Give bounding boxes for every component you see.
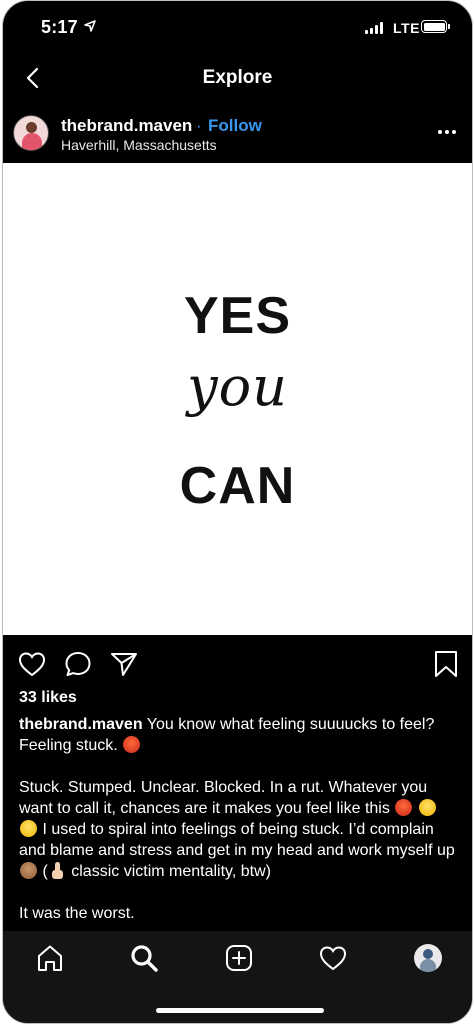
post-location[interactable]: Haverhill, Massachusetts	[61, 137, 217, 153]
home-indicator[interactable]	[156, 1008, 324, 1013]
angry-face-icon	[123, 736, 141, 753]
status-time: 5:17	[41, 17, 78, 37]
see-no-evil-monkey-icon	[20, 862, 37, 879]
network-type: LTE	[393, 20, 420, 36]
triumph-face-icon	[418, 799, 436, 816]
location-arrow-icon	[84, 20, 96, 32]
caption-text-5: It was the worst.	[19, 905, 135, 922]
search-icon[interactable]	[129, 943, 159, 973]
top-nav: Explore	[3, 55, 472, 101]
angry-face-icon	[395, 799, 413, 816]
comment-icon[interactable]	[63, 649, 93, 679]
profile-tab-avatar[interactable]	[414, 944, 442, 972]
post-header: thebrand.maven · Follow Haverhill, Massa…	[3, 103, 472, 263]
follow-button[interactable]: Follow	[208, 116, 262, 136]
caption-text-2: Stuck. Stumped. Unclear. Blocked. In a r…	[19, 779, 428, 817]
bookmark-icon[interactable]	[431, 649, 461, 679]
post-caption: thebrand.maven You know what feeling suu…	[19, 714, 459, 924]
signal-strength-icon	[365, 21, 383, 34]
weary-face-icon	[20, 820, 37, 837]
likes-count[interactable]: 33 likes	[19, 689, 77, 707]
avatar[interactable]	[13, 115, 49, 151]
post-username[interactable]: thebrand.maven	[61, 116, 192, 136]
heart-icon[interactable]	[17, 649, 47, 679]
caption-text-4: classic victim mentality, btw)	[71, 863, 271, 880]
caption-text-3: I used to spiral into feelings of being …	[19, 821, 455, 859]
paper-plane-icon[interactable]	[109, 649, 139, 679]
more-horizontal-icon[interactable]	[438, 130, 456, 134]
post-actions	[3, 645, 472, 681]
separator-dot: ·	[196, 116, 202, 135]
home-icon[interactable]	[35, 943, 65, 973]
pointing-finger-icon	[49, 862, 66, 879]
page-title: Explore	[202, 67, 273, 88]
caption-username[interactable]: thebrand.maven	[19, 716, 143, 733]
battery-icon	[421, 20, 450, 33]
add-post-icon[interactable]	[224, 943, 254, 973]
activity-heart-icon[interactable]	[318, 943, 348, 973]
image-text-you: you	[187, 355, 288, 418]
caption-paren: (	[42, 863, 48, 880]
image-text-can: CAN	[179, 457, 296, 515]
phone-screen: 5:17 LTE Explore thebrand.maven · Follow…	[2, 0, 473, 1024]
post-image[interactable]: YES you CAN	[3, 163, 472, 635]
image-text-yes: YES	[183, 287, 292, 345]
status-bar: 5:17 LTE	[3, 1, 472, 55]
